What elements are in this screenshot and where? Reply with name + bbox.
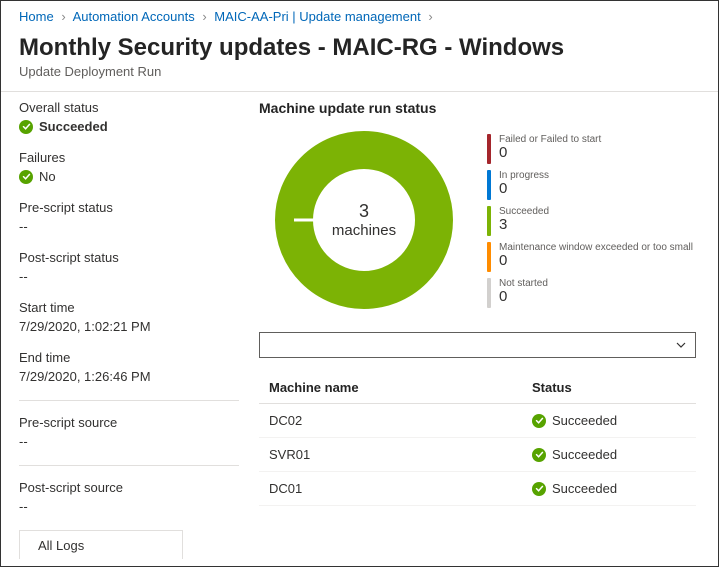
status-legend: Failed or Failed to start 0 In progress … xyxy=(487,130,696,310)
start-time-label: Start time xyxy=(19,300,259,315)
chevron-down-icon xyxy=(675,339,687,351)
legend-succeeded: Succeeded 3 xyxy=(487,206,696,236)
page-subtitle: Update Deployment Run xyxy=(19,64,700,79)
legend-label: Maintenance window exceeded or too small xyxy=(499,242,693,253)
legend-value: 0 xyxy=(499,289,548,306)
machines-table: Machine name Status DC02 Succeeded SVR01… xyxy=(259,372,696,506)
success-icon xyxy=(532,482,546,496)
table-row[interactable]: DC01 Succeeded xyxy=(259,472,696,506)
breadcrumb-automation-accounts[interactable]: Automation Accounts xyxy=(73,9,195,24)
legend-color-bar xyxy=(487,206,491,236)
post-script-source-label: Post-script source xyxy=(19,480,259,495)
failures-label: Failures xyxy=(19,150,259,165)
machine-name-cell: DC01 xyxy=(263,481,532,496)
post-script-source-value: -- xyxy=(19,499,259,514)
success-icon xyxy=(19,170,33,184)
legend-color-bar xyxy=(487,278,491,308)
summary-panel: Overall status Succeeded Failures No Pre… xyxy=(19,100,259,569)
post-script-status-label: Post-script status xyxy=(19,250,259,265)
summary-divider xyxy=(19,400,239,401)
start-time-value: 7/29/2020, 1:02:21 PM xyxy=(19,319,259,334)
pre-script-status-value: -- xyxy=(19,219,259,234)
header-divider xyxy=(1,91,718,92)
pre-script-source-value: -- xyxy=(19,434,259,449)
legend-label: Failed or Failed to start xyxy=(499,134,601,145)
end-time-value: 7/29/2020, 1:26:46 PM xyxy=(19,369,259,384)
chevron-right-icon: › xyxy=(202,9,206,24)
legend-color-bar xyxy=(487,134,491,164)
post-script-status-value: -- xyxy=(19,269,259,284)
legend-value: 0 xyxy=(499,181,549,198)
chevron-right-icon: › xyxy=(428,9,432,24)
legend-color-bar xyxy=(487,170,491,200)
machine-name-cell: SVR01 xyxy=(263,447,532,462)
legend-value: 3 xyxy=(499,217,549,234)
machine-status-cell: Succeeded xyxy=(552,413,617,428)
machine-name-cell: DC02 xyxy=(263,413,532,428)
legend-in-progress: In progress 0 xyxy=(487,170,696,200)
breadcrumb-home[interactable]: Home xyxy=(19,9,54,24)
success-icon xyxy=(19,120,33,134)
legend-failed: Failed or Failed to start 0 xyxy=(487,134,696,164)
table-row[interactable]: SVR01 Succeeded xyxy=(259,438,696,472)
success-icon xyxy=(532,414,546,428)
page-header: Monthly Security updates - MAIC-RG - Win… xyxy=(1,28,718,89)
pre-script-source-label: Pre-script source xyxy=(19,415,259,430)
end-time-label: End time xyxy=(19,350,259,365)
status-donut-chart: 3 machines xyxy=(274,130,454,310)
machine-status-cell: Succeeded xyxy=(552,481,617,496)
overall-status-label: Overall status xyxy=(19,100,259,115)
machine-status-cell: Succeeded xyxy=(552,447,617,462)
legend-value: 0 xyxy=(499,253,693,270)
breadcrumb: Home › Automation Accounts › MAIC-AA-Pri… xyxy=(1,1,718,28)
failures-value: No xyxy=(39,169,56,184)
donut-label: machines xyxy=(332,222,396,239)
page-title: Monthly Security updates - MAIC-RG - Win… xyxy=(19,34,700,62)
run-status-title: Machine update run status xyxy=(259,100,696,116)
column-machine-name[interactable]: Machine name xyxy=(263,380,532,395)
column-status[interactable]: Status xyxy=(532,380,692,395)
pre-script-status-label: Pre-script status xyxy=(19,200,259,215)
legend-color-bar xyxy=(487,242,491,272)
legend-not-started: Not started 0 xyxy=(487,278,696,308)
chevron-right-icon: › xyxy=(61,9,65,24)
legend-maintenance: Maintenance window exceeded or too small… xyxy=(487,242,696,272)
breadcrumb-update-management[interactable]: MAIC-AA-Pri | Update management xyxy=(214,9,420,24)
donut-count: 3 xyxy=(359,201,369,222)
summary-divider xyxy=(19,465,239,466)
table-row[interactable]: DC02 Succeeded xyxy=(259,404,696,438)
overall-status-value: Succeeded xyxy=(39,119,108,134)
all-logs-tab[interactable]: All Logs xyxy=(19,530,183,559)
success-icon xyxy=(532,448,546,462)
filter-dropdown[interactable] xyxy=(259,332,696,358)
legend-value: 0 xyxy=(499,145,601,162)
